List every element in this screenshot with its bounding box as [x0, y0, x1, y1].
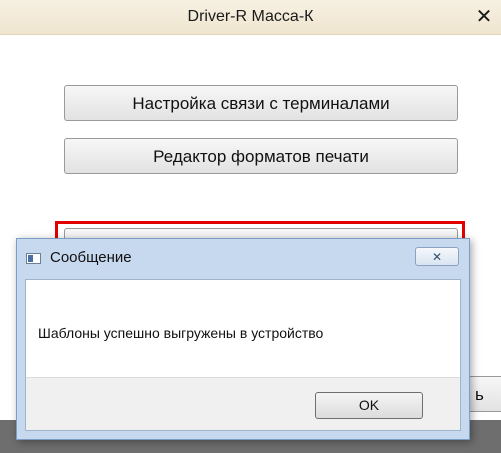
window-title: Driver-R Масса-К [187, 8, 314, 25]
dialog-title: Сообщение [50, 249, 132, 266]
terminal-connection-settings-button[interactable]: Настройка связи с терминалами [64, 85, 458, 121]
app-icon [26, 253, 41, 264]
print-format-editor-button[interactable]: Редактор форматов печати [64, 138, 458, 174]
dialog-content: Шаблоны успешно выгружены в устройство O… [25, 279, 461, 431]
close-icon[interactable]: ✕ [473, 5, 495, 27]
dialog-message-area: Шаблоны успешно выгружены в устройство [26, 280, 460, 377]
main-titlebar: Driver-R Масса-К ✕ [0, 0, 501, 35]
dialog-message: Шаблоны успешно выгружены в устройство [38, 325, 324, 341]
partial-button[interactable]: ь [468, 376, 501, 412]
ok-button[interactable]: OK [315, 392, 423, 419]
dialog-titlebar: Сообщение ✕ [17, 239, 469, 279]
dialog-footer: OK [26, 377, 460, 430]
dialog-close-icon[interactable]: ✕ [415, 247, 459, 266]
message-dialog: Сообщение ✕ Шаблоны успешно выгружены в … [16, 238, 470, 440]
